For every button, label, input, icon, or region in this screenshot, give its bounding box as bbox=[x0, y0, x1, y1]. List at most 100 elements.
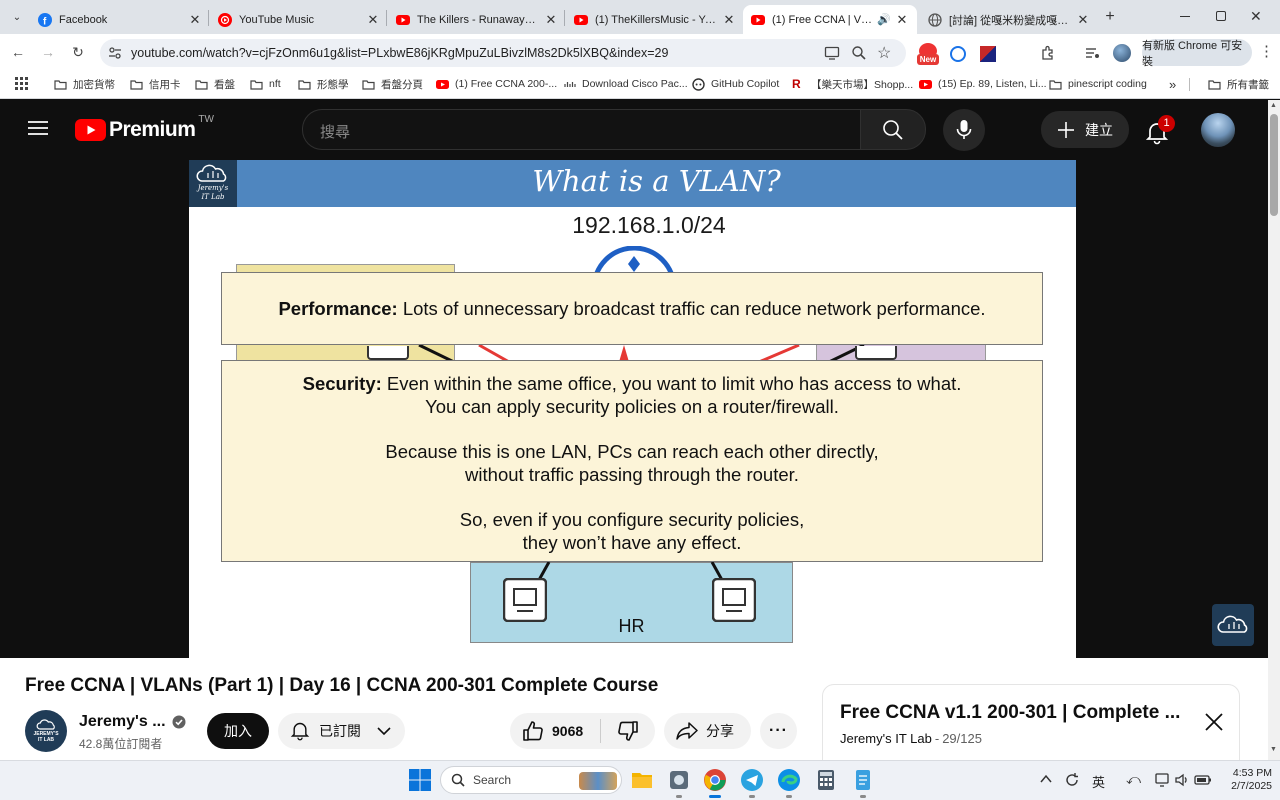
bookmark-link[interactable]: GitHub Copilot bbox=[692, 76, 779, 92]
search-placeholder: 搜尋 bbox=[320, 124, 351, 141]
bookmark-folder[interactable]: 加密貨幣 bbox=[54, 76, 115, 92]
bookmark-star-icon[interactable]: ☆ bbox=[877, 43, 891, 63]
install-app-icon[interactable] bbox=[824, 45, 840, 61]
share-button[interactable]: 分享 bbox=[664, 713, 751, 749]
notifications-button[interactable]: 1 bbox=[1146, 115, 1175, 145]
notepad-icon[interactable] bbox=[851, 768, 875, 792]
sync-icon[interactable] bbox=[1064, 772, 1080, 788]
close-icon[interactable]: ✕ bbox=[722, 12, 736, 28]
tab-youtube-music[interactable]: YouTube Music ✕ bbox=[210, 5, 388, 34]
tab-discussion[interactable]: [討論] 從嘎米粉變成嘎米黑 ✕ bbox=[920, 5, 1098, 34]
bookmark-folder[interactable]: pinescript coding bbox=[1049, 76, 1147, 92]
voice-search-button[interactable] bbox=[943, 109, 985, 151]
restore-button[interactable] bbox=[1216, 11, 1226, 21]
calculator-icon[interactable] bbox=[814, 768, 838, 792]
bookmark-folder[interactable]: 看盤 bbox=[195, 76, 235, 92]
file-explorer-icon[interactable] bbox=[630, 768, 654, 792]
bookmark-folder[interactable]: nft bbox=[250, 76, 281, 92]
tab-free-ccna-active[interactable]: (1) Free CCNA | VLANs 🔊 ✕ bbox=[743, 5, 917, 34]
site-info-icon[interactable] bbox=[107, 45, 123, 61]
video-frame-slide: Jeremy's IT Lab What is a VLAN? 192.168.… bbox=[189, 160, 1076, 658]
ime-indicator[interactable]: 英 bbox=[1092, 772, 1105, 791]
search-button[interactable] bbox=[860, 109, 926, 150]
network-icon[interactable] bbox=[1155, 772, 1171, 788]
extension-icon[interactable] bbox=[980, 46, 996, 62]
logo-line-2: IT Lab bbox=[201, 193, 225, 201]
ime-mode-icon[interactable]: ⤺ bbox=[1126, 771, 1141, 788]
dislike-button[interactable] bbox=[601, 713, 655, 749]
windows-start-icon[interactable] bbox=[408, 768, 432, 792]
close-icon[interactable]: ✕ bbox=[1076, 12, 1090, 28]
profile-avatar[interactable] bbox=[1113, 44, 1131, 62]
channel-avatar[interactable]: JEREMY'S IT LAB bbox=[25, 710, 67, 752]
search-input[interactable] bbox=[302, 109, 861, 150]
forward-button[interactable]: → bbox=[38, 42, 58, 62]
apps-grid-icon[interactable] bbox=[15, 77, 28, 90]
bookmark-folder[interactable]: 信用卡 bbox=[130, 76, 181, 92]
taskbar-search[interactable]: Search bbox=[440, 766, 622, 794]
url-text[interactable]: youtube.com/watch?v=cjFzOnm6u1g&list=PLx… bbox=[131, 46, 668, 60]
like-button[interactable]: 9068 bbox=[510, 713, 600, 749]
more-actions-button[interactable]: ··· bbox=[760, 713, 797, 749]
channel-watermark[interactable] bbox=[1212, 604, 1254, 646]
edge-icon[interactable] bbox=[777, 768, 801, 792]
tab-killers-runaways[interactable]: The Killers - Runaways - Yo ✕ bbox=[388, 5, 566, 34]
more-bookmarks-button[interactable]: » bbox=[1169, 76, 1176, 92]
tab-thekillersmusic[interactable]: (1) TheKillersMusic - YouTu ✕ bbox=[566, 5, 744, 34]
running-indicator bbox=[676, 795, 682, 798]
zoom-icon[interactable] bbox=[851, 45, 867, 61]
join-button[interactable]: 加入 bbox=[207, 713, 269, 749]
playlist-channel[interactable]: Jeremy's IT Lab bbox=[840, 731, 932, 746]
app-icon[interactable] bbox=[667, 768, 691, 792]
bookmark-link[interactable]: Download Cisco Pac... bbox=[563, 76, 688, 92]
minimize-button[interactable] bbox=[1178, 9, 1192, 23]
security-line-3: Because this is one LAN, PCs can reach e… bbox=[385, 441, 879, 462]
extension-new[interactable]: New bbox=[916, 43, 940, 67]
scrollbar-thumb[interactable] bbox=[1270, 114, 1278, 216]
telegram-icon[interactable] bbox=[740, 768, 764, 792]
youtube-premium-logo[interactable]: Premium TW bbox=[75, 114, 214, 142]
create-button[interactable]: 建立 bbox=[1041, 111, 1129, 148]
back-button[interactable]: ← bbox=[8, 42, 28, 62]
more-menu-icon[interactable]: ⋮ bbox=[1259, 42, 1274, 60]
close-icon[interactable] bbox=[1204, 712, 1224, 732]
bookmark-link[interactable]: R 【樂天市場】Shopp... bbox=[792, 76, 913, 92]
speaker-icon[interactable]: 🔊 bbox=[877, 13, 891, 26]
tab-search-button[interactable]: ⌄ bbox=[8, 8, 26, 26]
reload-button[interactable]: ↻ bbox=[68, 42, 88, 62]
extension-icon[interactable] bbox=[950, 46, 966, 62]
system-clock[interactable]: 4:53 PM 2/7/2025 bbox=[1214, 767, 1272, 793]
folder-icon bbox=[130, 79, 143, 90]
channel-name[interactable]: Jeremy's ... bbox=[79, 713, 166, 731]
bookmark-link[interactable]: (1) Free CCNA 200-... bbox=[436, 76, 557, 92]
close-window-button[interactable]: ✕ bbox=[1250, 8, 1264, 24]
close-icon[interactable]: ✕ bbox=[895, 12, 909, 28]
hamburger-menu-icon[interactable] bbox=[28, 120, 48, 136]
page-scrollbar[interactable]: ▲ ▼ bbox=[1268, 100, 1280, 760]
account-avatar[interactable] bbox=[1201, 113, 1235, 147]
volume-icon[interactable] bbox=[1174, 772, 1190, 788]
scroll-down-icon[interactable]: ▼ bbox=[1270, 746, 1277, 753]
security-line-6: they won’t have any effect. bbox=[522, 532, 742, 553]
chevron-up-icon[interactable] bbox=[1040, 774, 1052, 784]
bookmark-link[interactable]: (15) Ep. 89, Listen, Li... bbox=[919, 76, 1047, 92]
close-icon[interactable]: ✕ bbox=[188, 12, 202, 28]
chrome-update-button[interactable]: 有新版 Chrome 可安裝 bbox=[1142, 39, 1252, 68]
media-control-icon[interactable] bbox=[1084, 45, 1100, 61]
playlist-meta: Jeremy's IT Lab - 29/125 bbox=[840, 731, 982, 746]
extensions-puzzle-icon[interactable] bbox=[1040, 45, 1056, 61]
tab-facebook[interactable]: f Facebook ✕ bbox=[30, 5, 210, 34]
subscribed-button[interactable]: 已訂閱 bbox=[278, 713, 405, 749]
new-tab-button[interactable]: + bbox=[1101, 8, 1119, 26]
close-icon[interactable]: ✕ bbox=[544, 12, 558, 28]
scroll-up-icon[interactable]: ▲ bbox=[1270, 102, 1277, 109]
all-bookmarks-folder[interactable]: 所有書籤 bbox=[1208, 76, 1269, 92]
performance-label: Performance: bbox=[278, 298, 398, 319]
playlist-title[interactable]: Free CCNA v1.1 200-301 | Complete ... bbox=[840, 702, 1180, 724]
battery-icon[interactable] bbox=[1194, 773, 1212, 787]
chrome-icon[interactable] bbox=[703, 768, 727, 792]
close-icon[interactable]: ✕ bbox=[366, 12, 380, 28]
bookmark-folder[interactable]: 形態學 bbox=[298, 76, 349, 92]
security-line-4: without traffic passing through the rout… bbox=[465, 464, 799, 485]
bookmark-folder[interactable]: 看盤分頁 bbox=[362, 76, 423, 92]
